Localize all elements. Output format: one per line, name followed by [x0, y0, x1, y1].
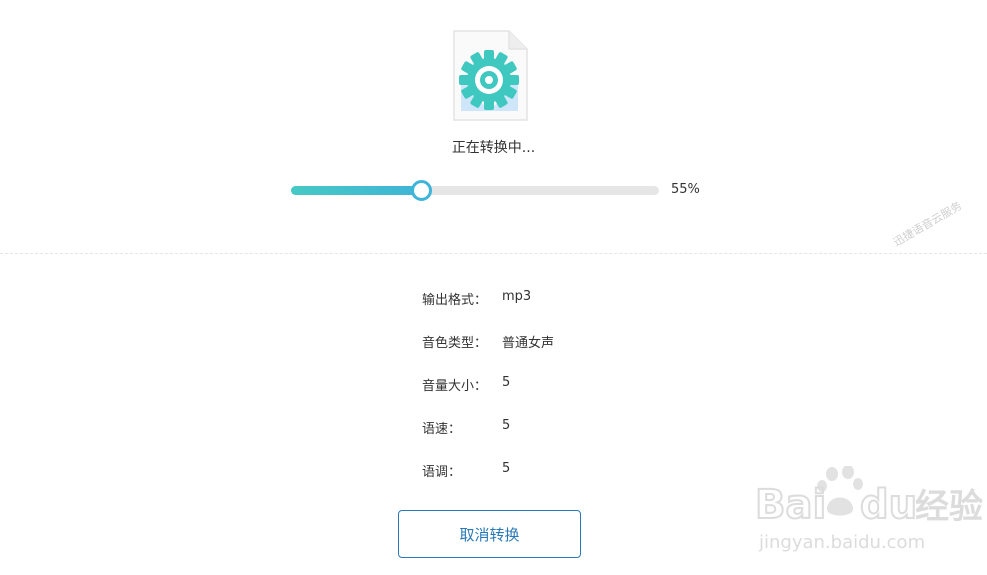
progress-percent: 55%	[671, 182, 700, 197]
info-label: 音色类型：	[422, 336, 488, 351]
progress-bar	[291, 180, 659, 201]
svg-text:jingyan.baidu.com: jingyan.baidu.com	[758, 532, 925, 553]
side-watermark: 迅捷语音云服务	[891, 199, 965, 249]
info-label: 语速：	[422, 422, 462, 437]
info-label: 输出格式：	[422, 293, 488, 308]
progress-bar-fill	[291, 186, 421, 195]
cancel-conversion-button[interactable]: 取消转换	[398, 510, 581, 558]
info-label: 语调：	[422, 465, 462, 480]
svg-text:经验: 经验	[915, 487, 983, 527]
info-value: 5	[502, 461, 511, 476]
info-label: 音量大小：	[422, 379, 488, 394]
baidu-jingyan-watermark: Bai du 经验 jingyan.baidu.com	[754, 465, 985, 571]
section-divider	[0, 253, 987, 254]
info-value: 5	[502, 418, 511, 433]
file-gear-icon	[451, 30, 529, 122]
progress-handle	[410, 180, 432, 201]
info-value: 普通女声	[502, 336, 555, 351]
conversion-status-text: 正在转换中...	[451, 140, 536, 156]
svg-text:Bai: Bai	[755, 482, 826, 528]
info-value: mp3	[502, 289, 532, 304]
svg-text:du: du	[860, 482, 917, 528]
info-value: 5	[502, 375, 511, 390]
